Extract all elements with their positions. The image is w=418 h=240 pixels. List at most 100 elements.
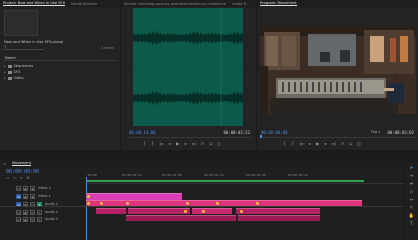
razor-tool-icon[interactable]: ◇ — [409, 190, 415, 196]
waveform-bar — [174, 33, 175, 43]
bin-item[interactable]: ▸ Video — [4, 75, 114, 81]
mute-toggle[interactable]: M — [30, 209, 35, 215]
slip-tool-icon[interactable]: ↔ — [409, 198, 415, 204]
waveform-bar — [161, 34, 162, 42]
chevron-right-icon[interactable]: ▸ — [4, 76, 6, 80]
chevron-right-icon[interactable]: ▸ — [4, 70, 6, 74]
export-frame-icon[interactable]: ◫ — [356, 141, 363, 146]
source-scrub-bar[interactable] — [129, 137, 251, 138]
step-back-icon[interactable]: ◂ — [306, 141, 313, 146]
lock-icon[interactable]: ▣ — [23, 209, 28, 215]
pen-tool-icon[interactable]: ✎ — [409, 206, 415, 212]
search-field[interactable]: ⚲ — [4, 45, 44, 50]
step-forward-icon[interactable]: ▸ — [322, 141, 329, 146]
solo-toggle[interactable]: S — [37, 209, 42, 215]
ripple-edit-tool-icon[interactable]: ⇹ — [409, 182, 415, 188]
chevron-down-icon: ▾ — [378, 130, 380, 134]
mute-toggle[interactable]: M — [30, 216, 35, 222]
lift-icon[interactable]: ⊓ — [339, 141, 346, 146]
eye-icon[interactable]: ◉ — [30, 185, 35, 191]
tab-program[interactable]: Program: Movement — [260, 1, 297, 6]
export-frame-icon[interactable]: ◫ — [216, 141, 223, 146]
program-scrub-bar[interactable] — [260, 135, 416, 138]
timeline-playhead[interactable] — [86, 177, 87, 240]
folder-icon — [7, 76, 12, 80]
waveform-bar — [229, 34, 230, 42]
tab-sequence[interactable]: Movement — [12, 161, 32, 166]
column-header[interactable]: Name — [3, 56, 117, 61]
add-marker-icon[interactable]: ▾ — [20, 176, 22, 180]
track-target-toggle[interactable]: A3 — [16, 216, 21, 222]
waveform-bar — [134, 94, 135, 102]
work-area-bar[interactable] — [86, 180, 364, 182]
waveform-bar — [162, 34, 163, 42]
track-select-tool-icon[interactable]: ⇥ — [409, 174, 415, 180]
program-video-frame[interactable] — [260, 26, 416, 114]
audio-clip-a2-3[interactable] — [192, 208, 232, 214]
audio-clip-a2-2[interactable] — [128, 208, 190, 214]
go-to-out-icon[interactable]: ▸| — [331, 141, 338, 146]
waveform-bar — [139, 34, 140, 42]
go-to-out-icon[interactable]: ▸| — [191, 141, 198, 146]
eye-icon[interactable]: ◉ — [30, 193, 35, 199]
waveform-bar — [138, 93, 139, 103]
step-back-icon[interactable]: ◂ — [166, 141, 173, 146]
close-icon[interactable]: × — [3, 162, 6, 166]
track-header-a3[interactable]: A3 ▣ M S Audio 3 — [0, 215, 86, 223]
waveform-bar — [171, 93, 172, 103]
waveform-bar — [174, 93, 175, 103]
tab-source[interactable]: Source: studiobg-pass-by-overhead-statio… — [124, 2, 226, 6]
mark-out-icon[interactable]: } — [149, 141, 156, 146]
waveform-bar — [195, 34, 196, 42]
tab-media-browser[interactable]: Media Browser — [71, 2, 98, 6]
lock-icon[interactable]: ▣ — [23, 185, 28, 191]
waveform-bar — [222, 94, 223, 102]
audio-clip-a2-4[interactable] — [236, 208, 320, 214]
program-playhead[interactable] — [260, 135, 262, 138]
program-timecode-current[interactable]: 00:00:00:00 — [261, 130, 288, 135]
mark-in-icon[interactable]: { — [141, 141, 148, 146]
source-timecode-current[interactable]: 00:00:14:06 — [129, 130, 156, 135]
lock-icon[interactable]: ▣ — [23, 193, 28, 199]
waveform-bar — [238, 92, 239, 104]
overwrite-icon[interactable]: ⊔ — [207, 141, 214, 146]
mark-out-icon[interactable]: } — [289, 141, 296, 146]
track-target-toggle[interactable]: V2 — [16, 185, 21, 191]
mark-in-icon[interactable]: { — [281, 141, 288, 146]
track-target-toggle[interactable]: A2 — [16, 209, 21, 215]
solo-toggle[interactable]: S — [37, 216, 42, 222]
type-tool-icon[interactable]: T — [409, 222, 415, 228]
go-to-in-icon[interactable]: |◂ — [158, 141, 165, 146]
hand-tool-icon[interactable]: ✋ — [409, 214, 415, 220]
timeline-timecode[interactable]: 00:00:00:00 — [6, 169, 39, 175]
selection-tool-icon[interactable]: ➤ — [409, 166, 415, 172]
snap-icon[interactable]: ⊃ — [6, 176, 9, 180]
audio-clip-a3-2[interactable] — [238, 215, 320, 221]
program-zoom-select[interactable]: Full ▾ — [371, 130, 380, 134]
insert-icon[interactable]: ⊓ — [199, 141, 206, 146]
track-header-v1[interactable]: V1 ▣ ◉ Video 1 — [0, 192, 86, 200]
waveform-bar — [205, 34, 206, 42]
tab-audio-track-mixer[interactable]: Audio Tr — [232, 2, 247, 6]
chevron-right-icon[interactable]: ▸ — [4, 64, 6, 68]
audio-clip-a3-1[interactable] — [126, 215, 236, 221]
lock-icon[interactable]: ▣ — [23, 216, 28, 222]
track-header-v2[interactable]: V2 ▣ ◉ Video 2 — [0, 184, 86, 192]
step-forward-icon[interactable]: ▸ — [182, 141, 189, 146]
waveform-bar — [217, 34, 218, 42]
go-to-in-icon[interactable]: |◂ — [298, 141, 305, 146]
tab-project[interactable]: Project: Now and When in Use SFX — [3, 1, 66, 6]
waveform-bar — [134, 34, 135, 42]
fx-badge-icon — [184, 210, 187, 213]
source-waveform-view[interactable] — [133, 8, 243, 126]
linked-selection-icon[interactable]: ⚭ — [13, 176, 16, 180]
settings-icon[interactable]: ⚙ — [26, 176, 29, 180]
track-target-toggle[interactable]: V1 — [16, 193, 21, 199]
audio-clip-a2-1[interactable] — [96, 208, 126, 214]
extract-icon[interactable]: ⊔ — [347, 141, 354, 146]
play-icon[interactable]: ▶ — [174, 141, 181, 146]
audio-clip-a1[interactable] — [86, 200, 362, 206]
play-icon[interactable]: ▶ — [314, 141, 321, 146]
waveform-bar — [145, 33, 146, 43]
video-clip-v1[interactable] — [86, 193, 182, 200]
